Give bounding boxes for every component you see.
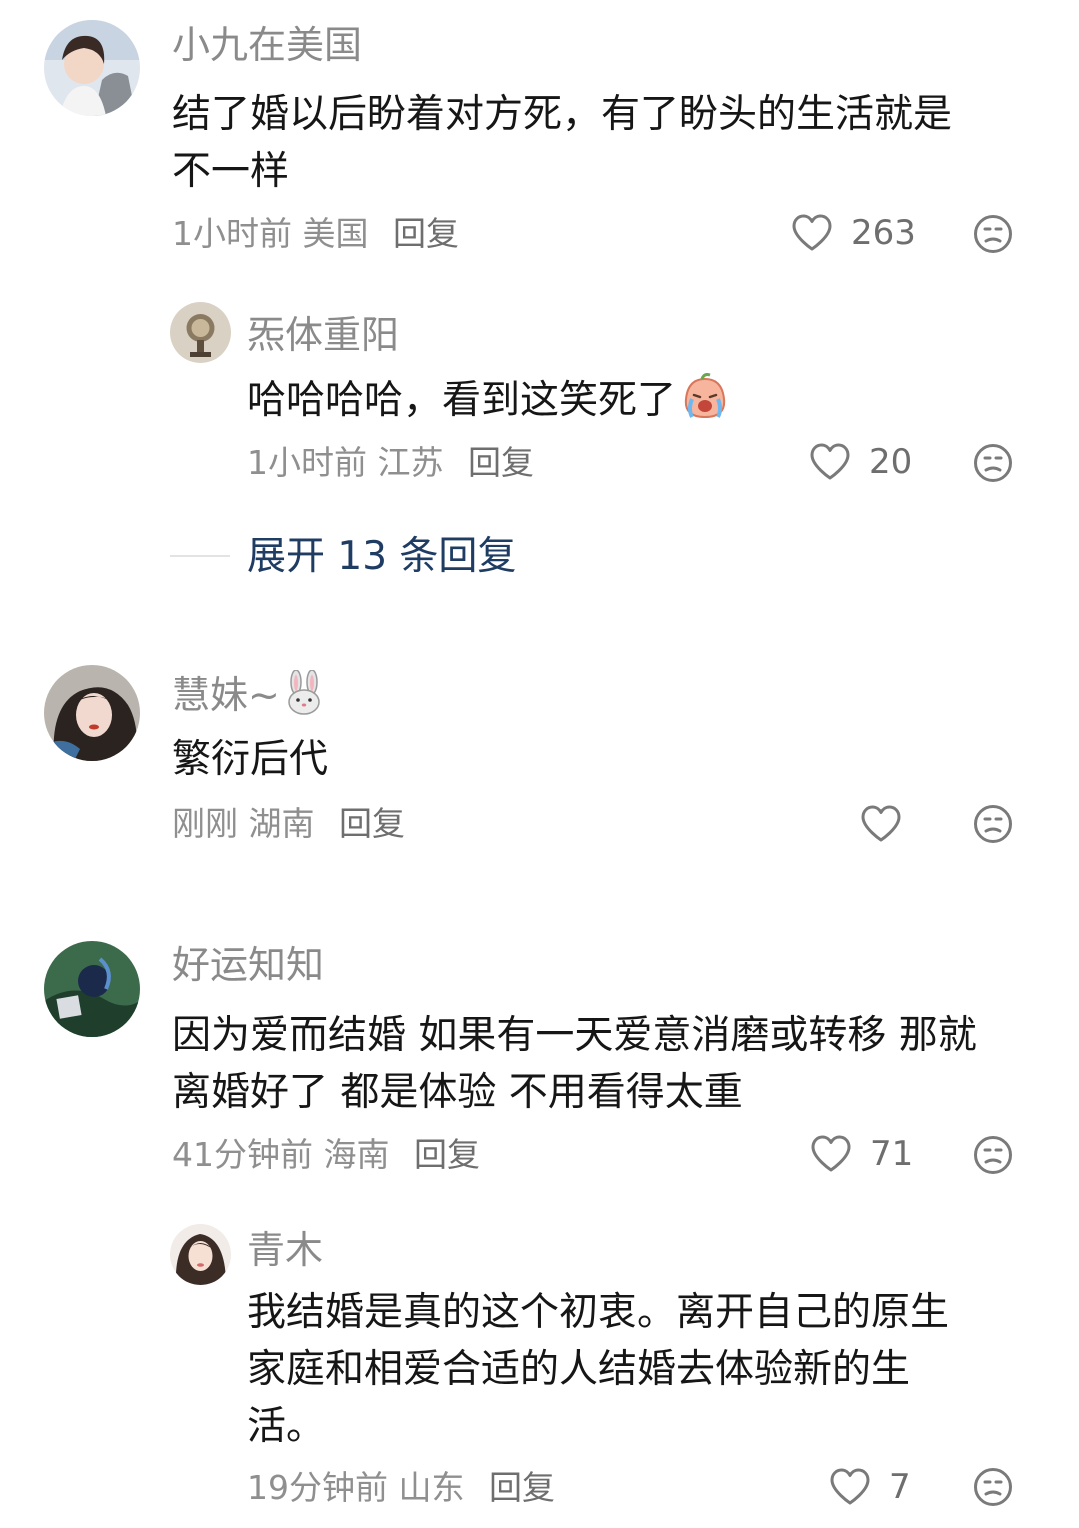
comment-username-text: 慧妹~ xyxy=(172,673,280,717)
dislike-face-icon[interactable] xyxy=(973,1467,1013,1507)
comment-content-line: 结了婚以后盼着对方死，有了盼头的生活就是 xyxy=(172,92,953,137)
avatar[interactable] xyxy=(44,665,140,761)
comment-time: 1小时前 xyxy=(172,214,292,253)
comment-time: 41分钟前 xyxy=(172,1135,313,1174)
comment-location: 湖南 xyxy=(248,804,315,843)
comment-content-line: 家庭和相爱合适的人结婚去体验新的生 xyxy=(247,1347,911,1392)
comment-content-line: 因为爱而结婚 如果有一天爱意消磨或转移 那就 xyxy=(172,1013,977,1058)
comment-meta: 19分钟前 山东 回复 xyxy=(247,1471,555,1504)
comment-content: 我结婚是真的这个初衷。离开自己的原生 家庭和相爱合适的人结婚去体验新的生 活。 xyxy=(247,1284,949,1455)
avatar[interactable] xyxy=(170,1224,231,1285)
heart-icon xyxy=(811,1135,851,1172)
comment-location: 江苏 xyxy=(377,443,444,482)
like-count: 263 xyxy=(851,213,916,253)
heart-icon xyxy=(830,1468,870,1505)
heart-icon xyxy=(861,805,901,842)
dislike-face-icon[interactable] xyxy=(973,443,1013,483)
dislike-face-icon[interactable] xyxy=(973,214,1013,254)
dislike-face-icon[interactable] xyxy=(973,804,1013,844)
like-button[interactable]: 7 xyxy=(829,1467,911,1507)
reply-button[interactable]: 回复 xyxy=(414,1135,480,1174)
comment-meta: 41分钟前 海南 回复 xyxy=(172,1138,480,1171)
comment-username[interactable]: 小九在美国 xyxy=(172,26,362,64)
expand-divider xyxy=(170,555,230,557)
comment-time: 刚刚 xyxy=(172,804,238,843)
comment-time: 19分钟前 xyxy=(247,1468,388,1507)
comment-location: 美国 xyxy=(302,214,369,253)
comment-content-line: 繁衍后代 xyxy=(172,737,329,782)
comment-content-line: 离婚好了 都是体验 不用看得太重 xyxy=(172,1070,743,1115)
comment-location: 海南 xyxy=(323,1135,390,1174)
reply-button[interactable]: 回复 xyxy=(468,443,534,482)
like-button[interactable]: 263 xyxy=(791,213,916,253)
like-count: 20 xyxy=(869,442,913,482)
comment-content: 繁衍后代 xyxy=(172,731,328,788)
expand-replies-button[interactable]: 展开 13 条回复 xyxy=(247,537,516,576)
heart-icon xyxy=(792,214,832,251)
avatar[interactable] xyxy=(44,20,140,116)
crying-laugh-sticker-icon xyxy=(680,373,730,437)
reply-button[interactable]: 回复 xyxy=(489,1468,555,1507)
rabbit-face-icon xyxy=(284,669,324,722)
avatar[interactable] xyxy=(170,302,231,363)
like-button[interactable] xyxy=(860,804,902,844)
comment-content-line: 哈哈哈哈，看到这笑死了 xyxy=(247,378,677,423)
comment-meta: 刚刚 湖南 回复 xyxy=(172,807,405,840)
comment-time: 1小时前 xyxy=(247,443,367,482)
comment-content: 结了婚以后盼着对方死，有了盼头的生活就是 不一样 xyxy=(172,86,952,200)
comment-username[interactable]: 炁体重阳 xyxy=(247,316,399,354)
comment-username[interactable]: 好运知知 xyxy=(172,946,324,984)
reply-button[interactable]: 回复 xyxy=(393,214,459,253)
like-count: 7 xyxy=(889,1467,911,1507)
comment-content: 哈哈哈哈，看到这笑死了 xyxy=(247,372,730,437)
like-button[interactable]: 20 xyxy=(809,442,912,482)
comment-location: 山东 xyxy=(398,1468,465,1507)
comment-username[interactable]: 青木 xyxy=(247,1231,323,1269)
comment-username[interactable]: 慧妹~ xyxy=(172,669,324,722)
reply-button[interactable]: 回复 xyxy=(339,804,405,843)
comment-content-line: 不一样 xyxy=(172,149,290,194)
like-button[interactable]: 71 xyxy=(810,1134,913,1174)
comment-meta: 1小时前 美国 回复 xyxy=(172,217,459,250)
dislike-face-icon[interactable] xyxy=(973,1135,1013,1175)
heart-icon xyxy=(810,443,850,480)
like-count: 71 xyxy=(870,1134,914,1174)
comment-content-line: 活。 xyxy=(247,1404,326,1449)
comment-content: 因为爱而结婚 如果有一天爱意消磨或转移 那就 离婚好了 都是体验 不用看得太重 xyxy=(172,1007,977,1121)
comment-meta: 1小时前 江苏 回复 xyxy=(247,446,534,479)
comment-content-line: 我结婚是真的这个初衷。离开自己的原生 xyxy=(247,1290,950,1335)
avatar[interactable] xyxy=(44,941,140,1037)
